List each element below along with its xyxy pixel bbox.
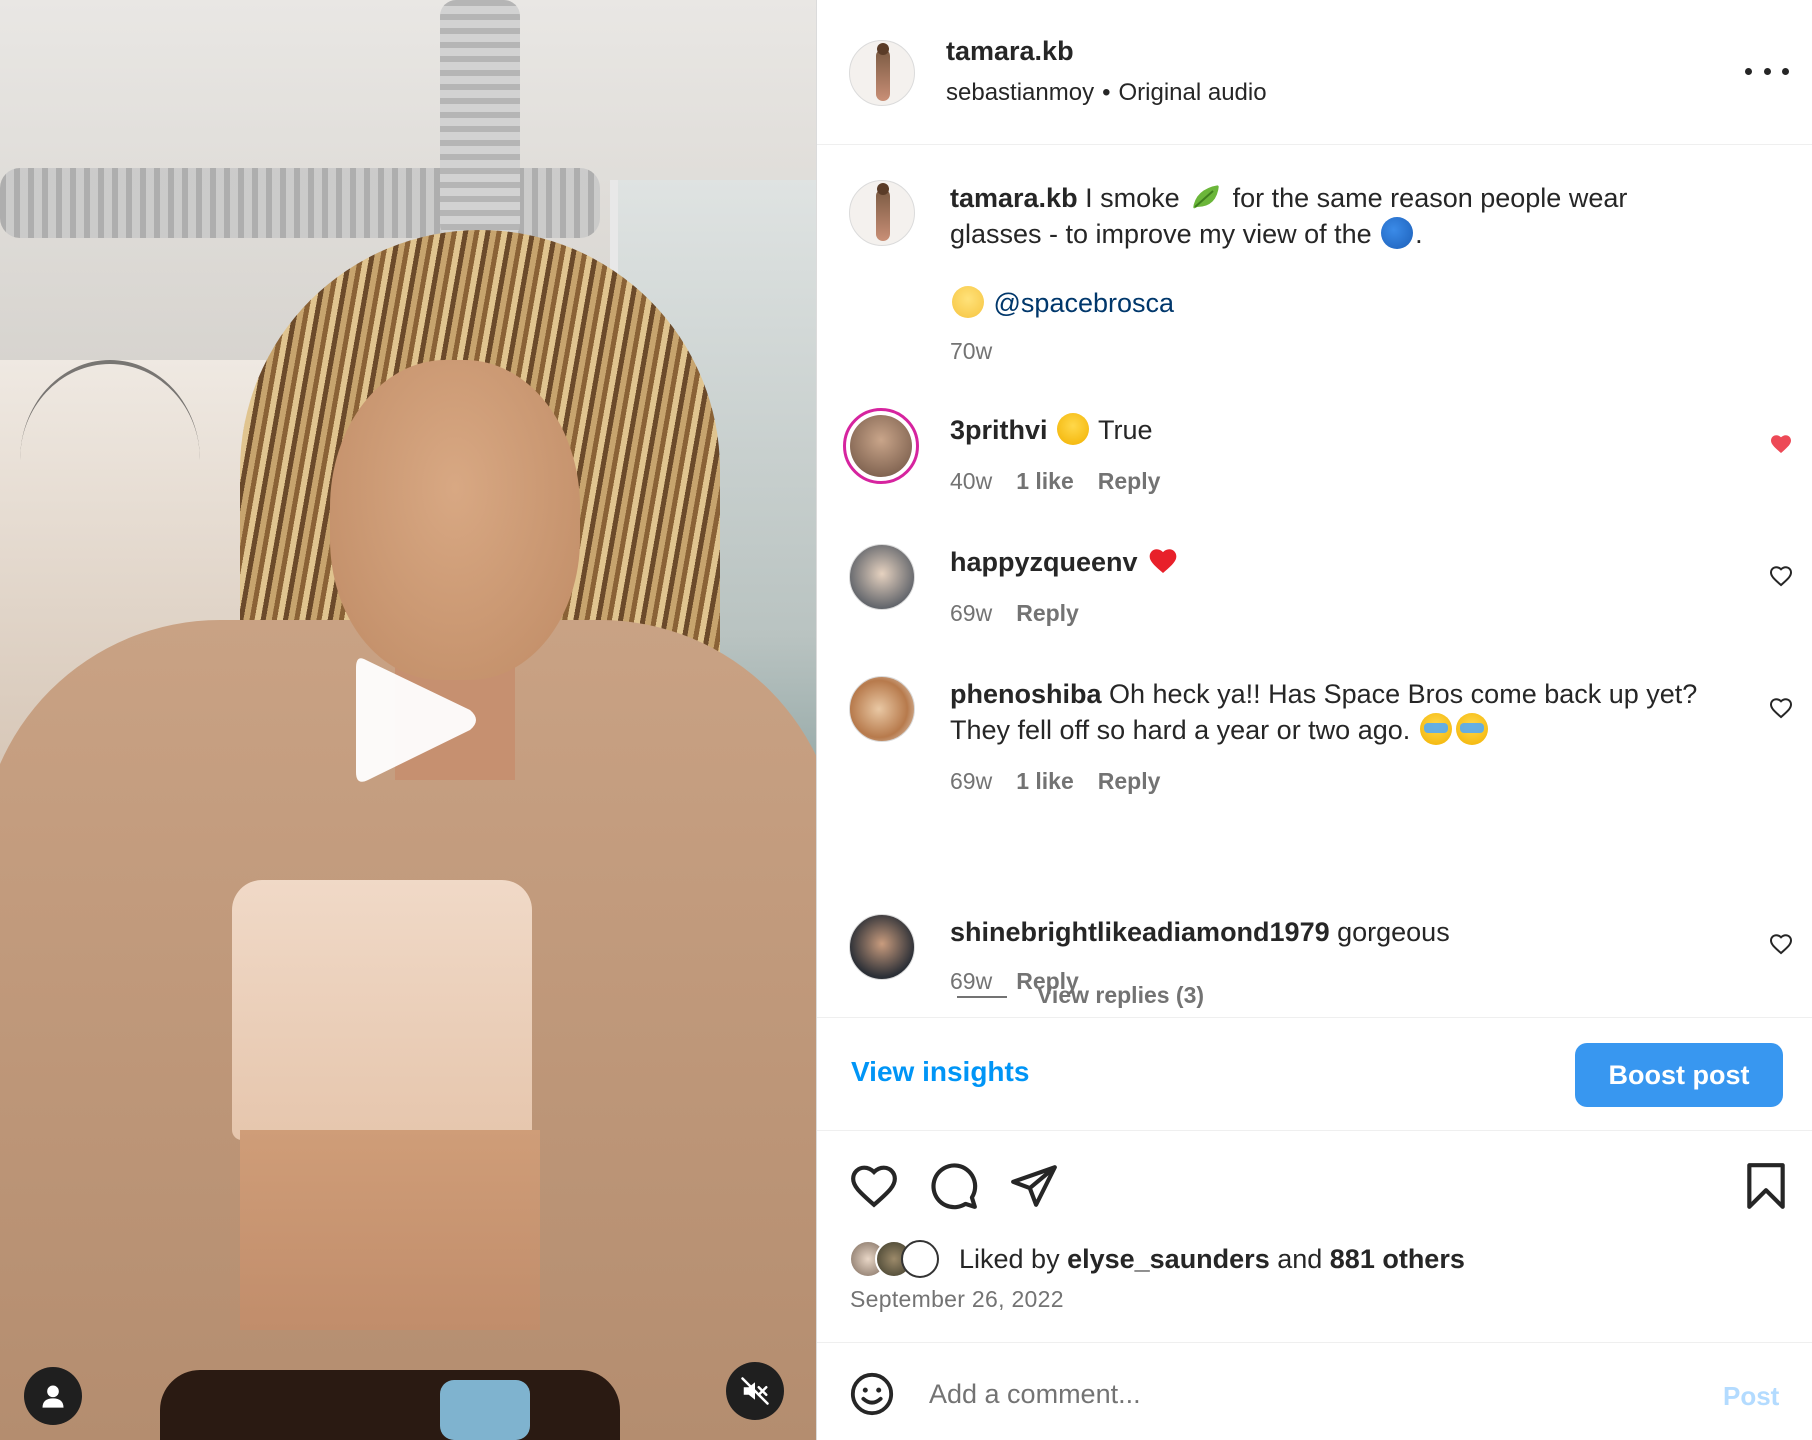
boost-post-button[interactable]: Boost post: [1575, 1043, 1783, 1107]
add-comment-bar: Post: [817, 1342, 1812, 1440]
comment-likes[interactable]: 1 like: [1016, 768, 1074, 795]
crying-emoji-icon: [1455, 713, 1488, 745]
caption-username[interactable]: tamara.kb: [950, 183, 1078, 213]
more-icon: [1745, 67, 1752, 75]
comment-username[interactable]: 3prithvi: [950, 415, 1048, 445]
tagged-users-button[interactable]: [24, 1367, 82, 1425]
author-avatar[interactable]: [849, 40, 915, 106]
reply-button[interactable]: Reply: [1016, 600, 1079, 627]
audio-info: sebastianmoy • Original audio: [946, 79, 1267, 107]
comment-actions: 69w Reply: [950, 600, 1079, 627]
audio-user[interactable]: sebastianmoy: [946, 79, 1094, 106]
user-icon: [42, 1385, 64, 1408]
comment-time[interactable]: 69w: [950, 968, 992, 995]
heart-outline-icon[interactable]: [1769, 932, 1793, 956]
post-viewer: tamara.kb sebastianmoy • Original audio ta…: [0, 0, 1812, 1440]
post-action-bar: [817, 1145, 1812, 1225]
mask-emoji-icon: [952, 286, 984, 318]
caption-mention-line: @spacebrosca: [950, 286, 1174, 319]
liked-by-user[interactable]: elyse_saunders: [1067, 1244, 1270, 1274]
heart-icon[interactable]: [849, 1161, 899, 1211]
author-username[interactable]: tamara.kb: [946, 36, 1074, 67]
leaf-emoji-icon: [1193, 185, 1220, 209]
audio-label[interactable]: Original audio: [1118, 79, 1266, 106]
reply-button[interactable]: Reply: [1098, 768, 1161, 795]
view-insights-link[interactable]: View insights: [851, 1056, 1029, 1088]
comment-username[interactable]: shinebrightlikeadiamond1979: [950, 917, 1330, 947]
comment-time[interactable]: 40w: [950, 468, 992, 495]
comment-actions: 40w 1 like Reply: [950, 468, 1160, 495]
comment-time[interactable]: 69w: [950, 768, 992, 795]
likes-count[interactable]: 881 others: [1330, 1244, 1465, 1274]
post-comment-button[interactable]: Post: [1723, 1381, 1779, 1412]
bookmark-icon[interactable]: [1741, 1161, 1791, 1211]
red-heart-emoji-icon: [1149, 549, 1177, 573]
emoji-icon[interactable]: [849, 1371, 895, 1417]
more-options-button[interactable]: [1745, 58, 1789, 84]
comment-input[interactable]: [929, 1373, 1669, 1415]
post-date[interactable]: September 26, 2022: [850, 1286, 1064, 1313]
insights-bar: View insights Boost post: [817, 1017, 1812, 1131]
play-icon[interactable]: [352, 650, 482, 790]
heart-outline-icon[interactable]: [1769, 564, 1793, 588]
comment-time[interactable]: 69w: [950, 600, 992, 627]
liker-avatars: [849, 1240, 949, 1278]
caption-time[interactable]: 70w: [950, 338, 992, 365]
caption-avatar[interactable]: [849, 180, 915, 246]
comment-avatar[interactable]: [849, 676, 915, 742]
comment-actions: 69w 1 like Reply: [950, 768, 1160, 795]
caption: tamara.kb I smoke for the same reason pe…: [950, 183, 1628, 249]
post-details-panel: tamara.kb sebastianmoy • Original audio ta…: [816, 0, 1812, 1440]
comments-list[interactable]: tamara.kb I smoke for the same reason pe…: [817, 146, 1812, 1016]
liker-avatar[interactable]: [901, 1240, 939, 1278]
comment-actions: 69w Reply: [950, 968, 1079, 995]
mention-link[interactable]: @spacebrosca: [994, 288, 1175, 318]
mute-button[interactable]: [726, 1362, 784, 1420]
heart-filled-icon[interactable]: [1769, 432, 1793, 456]
video-player[interactable]: [0, 0, 816, 1440]
likes-summary: Liked by elyse_saunders and 881 others: [849, 1236, 1749, 1282]
heart-outline-icon[interactable]: [1769, 696, 1793, 720]
share-icon[interactable]: [1009, 1161, 1059, 1211]
crying-emoji-icon: [1419, 713, 1452, 745]
comment-icon[interactable]: [929, 1161, 979, 1211]
comment-likes[interactable]: 1 like: [1016, 468, 1074, 495]
globe-emoji-icon: [1381, 217, 1414, 249]
comment-avatar[interactable]: [849, 544, 915, 610]
laughing-emoji-icon: [1057, 413, 1090, 445]
comment-username[interactable]: happyzqueenv: [950, 547, 1138, 577]
reply-button[interactable]: Reply: [1098, 468, 1161, 495]
replies-divider: [957, 996, 1007, 998]
reply-button[interactable]: Reply: [1016, 968, 1079, 995]
mute-icon: [741, 1377, 769, 1405]
comment-username[interactable]: phenoshiba: [950, 679, 1102, 709]
separator-dot: •: [1102, 79, 1111, 106]
liked-by-text[interactable]: Liked by elyse_saunders and 881 others: [959, 1244, 1465, 1275]
post-header: tamara.kb sebastianmoy • Original audio: [817, 0, 1812, 145]
comment-avatar[interactable]: [843, 408, 919, 484]
comment-avatar[interactable]: [849, 914, 915, 980]
